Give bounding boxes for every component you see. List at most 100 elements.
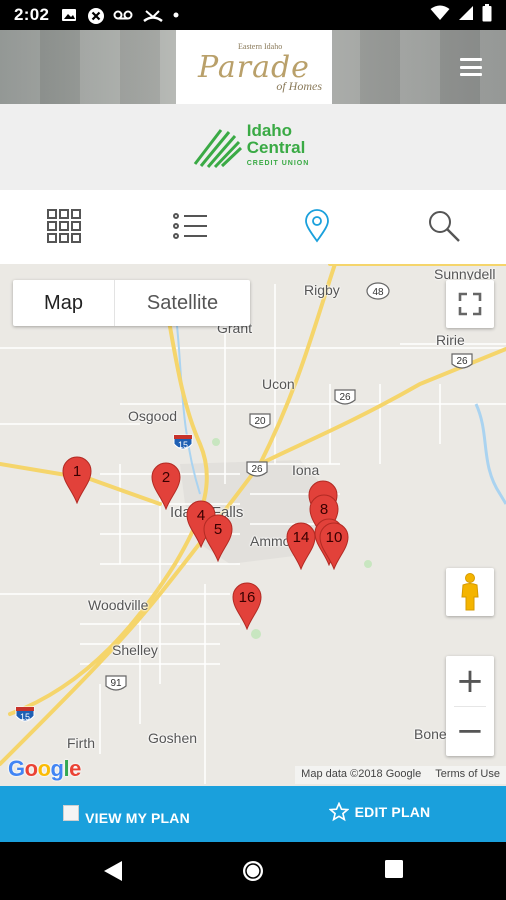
map-marker[interactable]: 5: [203, 514, 233, 563]
sponsor-banner[interactable]: Idaho Central CREDIT UNION: [0, 104, 506, 190]
svg-text:26: 26: [456, 356, 468, 367]
map-type-satellite-button[interactable]: Satellite: [115, 280, 250, 326]
voicemail-icon: [113, 7, 133, 23]
route-shield-26-east: 26: [450, 352, 474, 377]
app-header: Eastern Idaho Parade of Homes: [0, 30, 506, 104]
google-logo[interactable]: Google: [8, 756, 81, 782]
back-button[interactable]: [102, 859, 124, 888]
place-label-rigby: Rigby: [304, 282, 340, 298]
screen: 2:02 Eastern Idaho Parade of Homes Idaho…: [0, 0, 506, 900]
svg-text:26: 26: [251, 464, 263, 475]
map-view-button[interactable]: [297, 206, 337, 246]
place-label-woodville: Woodville: [88, 597, 149, 613]
image-icon: [61, 7, 77, 23]
view-toolbar: [0, 190, 506, 264]
search-icon: [429, 211, 460, 242]
wifi-icon: [430, 5, 450, 26]
missed-call-icon: [143, 7, 164, 23]
route-shield-48: 48: [366, 282, 390, 305]
logo-tail-text: of Homes: [276, 79, 322, 93]
list-view-button[interactable]: [170, 206, 210, 246]
logo-top-text: Eastern Idaho: [238, 42, 283, 51]
svg-text:48: 48: [372, 287, 384, 298]
svg-text:20: 20: [254, 416, 266, 427]
map-attribution: Map data ©2018 Google Terms of Use: [295, 766, 506, 784]
search-view-button[interactable]: [424, 206, 464, 246]
sponsor-line-2: Central: [246, 138, 306, 157]
block-icon: [87, 7, 105, 24]
place-label-firth: Firth: [67, 735, 95, 751]
map-marker[interactable]: 16: [232, 582, 262, 631]
svg-text:15: 15: [178, 440, 188, 450]
route-shield-26-mid: 26: [333, 388, 357, 413]
back-icon: [104, 861, 122, 881]
map-type-control: Map Satellite: [13, 280, 250, 326]
map-marker-label: 2: [161, 469, 171, 486]
place-label-goshen: Goshen: [148, 730, 198, 746]
notification-icons: [61, 7, 179, 24]
map-marker[interactable]: 14: [286, 522, 316, 571]
map-marker[interactable]: 2: [151, 462, 181, 511]
hamburger-icon[interactable]: [460, 58, 482, 76]
map-tiles: [0, 264, 506, 784]
route-shield-i15-north: 15: [172, 432, 194, 459]
place-label-bone: Bone: [414, 726, 447, 742]
edit-plan-label: EDIT PLAN: [354, 804, 431, 820]
recents-icon: [385, 860, 403, 878]
fullscreen-icon: [458, 292, 482, 316]
star-icon: [328, 802, 349, 822]
list-icon: [173, 213, 207, 239]
map-type-map-button[interactable]: Map: [13, 280, 115, 326]
home-button[interactable]: [241, 859, 265, 888]
parade-of-homes-logo[interactable]: Eastern Idaho Parade of Homes: [176, 30, 332, 104]
recents-button[interactable]: [384, 859, 404, 886]
dot-icon: [173, 7, 179, 23]
map-marker-label: 14: [292, 529, 310, 546]
zoom-in-button[interactable]: +: [446, 656, 494, 706]
sponsor-logo: Idaho Central CREDIT UNION: [191, 122, 310, 172]
battery-icon: [482, 3, 492, 27]
icu-leaf-icon: [193, 129, 242, 169]
map-marker-label: 1: [72, 463, 82, 480]
system-nav-bar: [0, 842, 506, 900]
map-marker[interactable]: 10: [319, 522, 349, 571]
map-marker-label: 5: [213, 521, 223, 538]
fullscreen-button[interactable]: [446, 280, 494, 328]
map-view[interactable]: Sunnydell Rigby Grant Ririe Ucon Osgood …: [0, 264, 506, 786]
zoom-control: + −: [446, 656, 494, 756]
place-label-shelley: Shelley: [112, 642, 158, 658]
map-marker-label: 10: [325, 529, 343, 546]
sponsor-line-3: CREDIT UNION: [246, 160, 310, 167]
place-label-osgood: Osgood: [128, 408, 178, 424]
pegman-icon: [461, 573, 479, 611]
view-my-plan-button[interactable]: VIEW MY PLAN: [0, 786, 253, 842]
route-shield-20: 20: [248, 412, 272, 437]
route-shield-91: 91: [104, 674, 128, 699]
grid-icon: [47, 209, 81, 243]
map-data-text[interactable]: Map data ©2018 Google: [301, 768, 421, 784]
status-time: 2:02: [14, 5, 50, 24]
status-bar: 2:02: [0, 0, 506, 30]
street-view-button[interactable]: [446, 568, 494, 616]
place-label-iona: Iona: [292, 462, 320, 478]
grid-view-button[interactable]: [44, 206, 84, 246]
sponsor-line-1: Idaho: [246, 121, 293, 140]
map-marker-label: 8: [319, 501, 329, 518]
map-marker[interactable]: 1: [62, 456, 92, 505]
map-pin-icon: [305, 209, 329, 243]
view-my-plan-label: VIEW MY PLAN: [85, 810, 190, 826]
place-label-ucon: Ucon: [262, 376, 295, 392]
home-icon: [243, 861, 263, 881]
route-shield-26-center: 26: [245, 460, 269, 485]
terms-of-use-link[interactable]: Terms of Use: [435, 768, 500, 784]
place-label-ririe: Ririe: [436, 332, 465, 348]
svg-text:15: 15: [20, 712, 30, 722]
checkbox-icon: [63, 805, 80, 821]
signal-icon: [458, 5, 474, 26]
map-marker-label: 16: [238, 589, 256, 606]
svg-text:91: 91: [110, 678, 122, 689]
edit-plan-button[interactable]: EDIT PLAN: [253, 786, 506, 842]
svg-text:26: 26: [339, 392, 351, 403]
zoom-out-button[interactable]: −: [446, 706, 494, 756]
plan-bar: VIEW MY PLAN EDIT PLAN: [0, 786, 506, 842]
